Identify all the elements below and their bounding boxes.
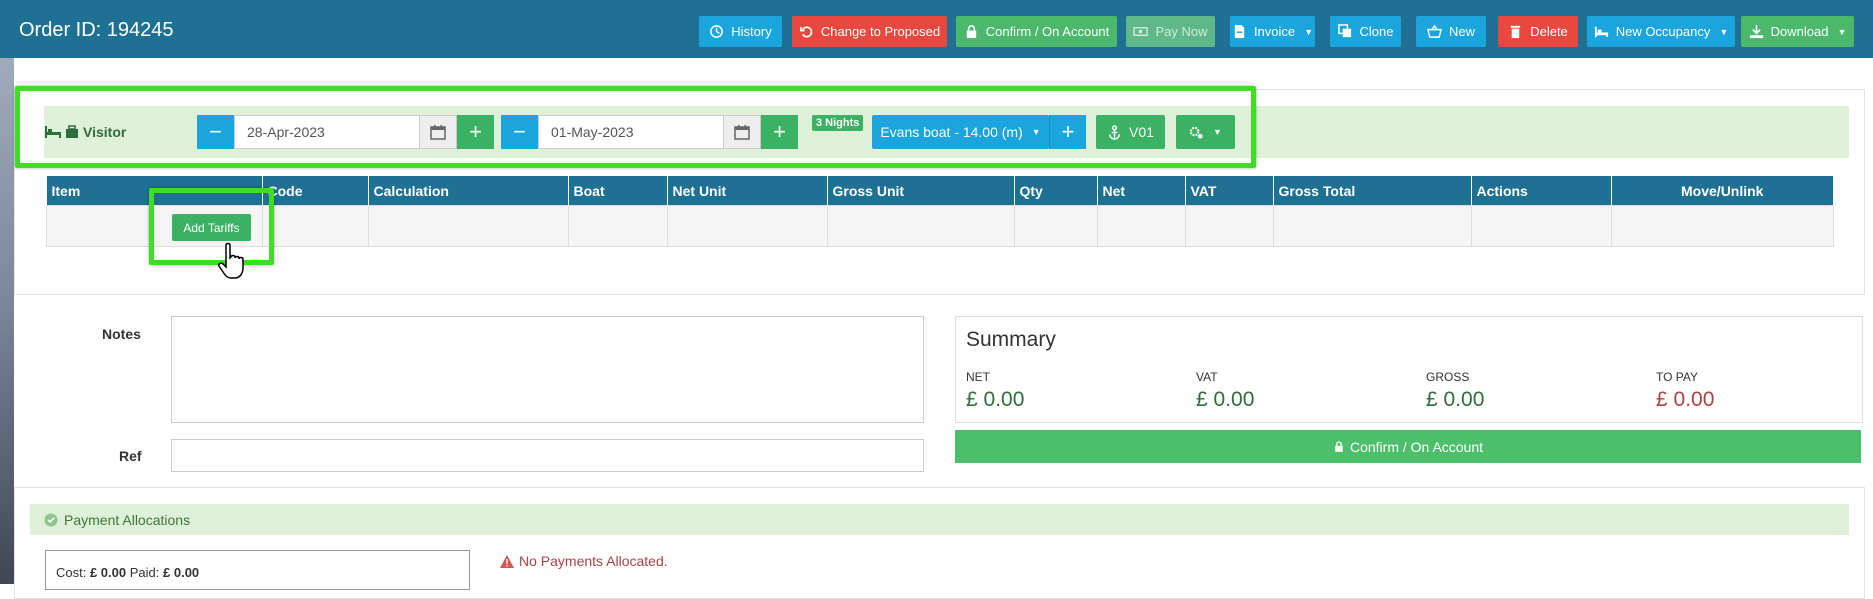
- pay-now-label: Pay Now: [1155, 24, 1208, 39]
- clone-label: Clone: [1359, 24, 1394, 39]
- column-header: Gross Total: [1273, 176, 1472, 206]
- column-header: Gross Unit: [827, 176, 1015, 206]
- confirm-on-account-button[interactable]: Confirm / On Account: [956, 16, 1117, 47]
- tariff-table: Item Code Calculation Boat Net Unit Gros…: [46, 176, 1834, 247]
- paid-value: £ 0.00: [163, 565, 200, 580]
- summary-confirm-label: Confirm / On Account: [1349, 438, 1484, 455]
- cost-value: £ 0.00: [89, 565, 127, 580]
- new-occupancy-button[interactable]: New Occupancy ▼: [1587, 16, 1735, 47]
- invoice-button[interactable]: Invoice ▼: [1230, 16, 1315, 47]
- to-pay-label: TO PAY: [1656, 370, 1699, 384]
- column-header: Code: [262, 176, 369, 206]
- vat-value: £ 0.00: [1196, 388, 1255, 411]
- ref-label: Ref: [119, 448, 142, 464]
- delete-button[interactable]: Delete: [1498, 16, 1578, 47]
- history-button[interactable]: History: [699, 16, 782, 47]
- invoice-label: Invoice: [1253, 24, 1296, 39]
- new-label: New: [1448, 24, 1475, 39]
- summary-confirm-button[interactable]: Confirm / On Account: [955, 430, 1861, 463]
- table-cell: [1184, 205, 1274, 247]
- money-icon: [1133, 27, 1149, 36]
- change-to-proposed-button[interactable]: Change to Proposed: [792, 16, 947, 47]
- visitor-highlight: [15, 86, 1256, 168]
- gross-label: GROSS: [1426, 370, 1470, 384]
- net-label: NET: [966, 370, 990, 384]
- column-header: Net: [1097, 176, 1186, 206]
- confirm-on-account-label: Confirm / On Account: [985, 24, 1110, 39]
- clone-icon: [1337, 24, 1351, 38]
- hand-cursor-icon: [218, 242, 244, 279]
- column-header: Qty: [1014, 176, 1098, 206]
- payment-allocations-header[interactable]: Payment Allocations: [30, 504, 1849, 535]
- add-tariffs-highlight: [149, 188, 274, 265]
- change-to-proposed-label: Change to Proposed: [820, 24, 941, 39]
- table-header-row: Item Code Calculation Boat Net Unit Gros…: [46, 176, 1834, 206]
- history-icon: [710, 25, 724, 38]
- column-header: Calculation: [368, 176, 569, 206]
- trash-icon: [1511, 25, 1521, 39]
- table-row: [46, 205, 1834, 247]
- table-cell: [1470, 205, 1612, 247]
- new-button[interactable]: New: [1416, 16, 1486, 47]
- chevron-down-icon: ▼: [1719, 26, 1729, 37]
- download-icon: [1749, 24, 1763, 39]
- column-header: Actions: [1471, 176, 1612, 206]
- pay-now-button[interactable]: Pay Now: [1126, 16, 1215, 47]
- to-pay-value: £ 0.00: [1656, 388, 1715, 411]
- paid-label: Paid:: [129, 565, 160, 580]
- delete-label: Delete: [1530, 24, 1568, 39]
- table-cell: [826, 205, 1015, 247]
- page: Order ID: 194245 History Change to Propo…: [0, 0, 1873, 599]
- payment-allocations-title: Payment Allocations: [64, 511, 191, 528]
- header-bar: Order ID: 194245 History Change to Propo…: [0, 0, 1873, 58]
- column-header: VAT: [1185, 176, 1274, 206]
- table-cell: [1610, 205, 1834, 247]
- summary-to-pay: TO PAY £ 0.00: [1656, 370, 1714, 412]
- clone-button[interactable]: Clone: [1330, 16, 1401, 47]
- net-value: £ 0.00: [966, 388, 1025, 411]
- lock-icon: [1335, 441, 1343, 452]
- column-header: Net Unit: [667, 176, 828, 206]
- table-cell: [261, 205, 369, 247]
- background-strip: [0, 0, 14, 584]
- no-payments-message: No Payments Allocated.: [500, 553, 668, 569]
- cost-paid-box: Cost: £ 0.00 Paid: £ 0.00: [45, 550, 470, 590]
- table-cell: [367, 205, 569, 247]
- table-cell: [567, 205, 668, 247]
- gross-value: £ 0.00: [1426, 388, 1485, 411]
- summary-panel: Summary NET £ 0.00 VAT £ 0.00 GROSS £ 0.…: [955, 316, 1863, 423]
- notes-label: Notes: [102, 326, 141, 342]
- column-header: Boat: [568, 176, 668, 206]
- undo-icon: [799, 26, 813, 38]
- invoice-icon: [1234, 24, 1245, 39]
- chevron-down-icon: ▼: [1304, 26, 1314, 37]
- table-cell: [1272, 205, 1472, 247]
- chevron-down-icon: ▼: [1837, 26, 1847, 37]
- summary-gross: GROSS £ 0.00: [1426, 370, 1484, 412]
- no-payments-text: No Payments Allocated.: [519, 553, 668, 569]
- summary-vat: VAT £ 0.00: [1196, 370, 1254, 412]
- warning-icon: [500, 554, 514, 568]
- bed-icon: [1594, 26, 1608, 38]
- summary-title: Summary: [966, 328, 1056, 351]
- summary-net: NET £ 0.00: [966, 370, 1024, 412]
- notes-textarea[interactable]: [171, 316, 924, 423]
- table-cell: [1013, 205, 1098, 247]
- table-cell: [1096, 205, 1186, 247]
- history-label: History: [731, 24, 772, 39]
- basket-icon: [1427, 24, 1442, 38]
- column-header: Move/Unlink: [1611, 176, 1834, 206]
- vat-label: VAT: [1196, 370, 1218, 384]
- page-title: Order ID: 194245: [19, 19, 174, 41]
- download-button[interactable]: Download ▼: [1741, 16, 1854, 47]
- check-circle-icon: [44, 513, 58, 526]
- cost-label: Cost:: [56, 565, 87, 580]
- new-occupancy-label: New Occupancy: [1615, 24, 1711, 39]
- download-label: Download: [1770, 24, 1829, 39]
- table-cell: [666, 205, 828, 247]
- lock-icon: [966, 25, 976, 39]
- ref-input[interactable]: [171, 439, 924, 472]
